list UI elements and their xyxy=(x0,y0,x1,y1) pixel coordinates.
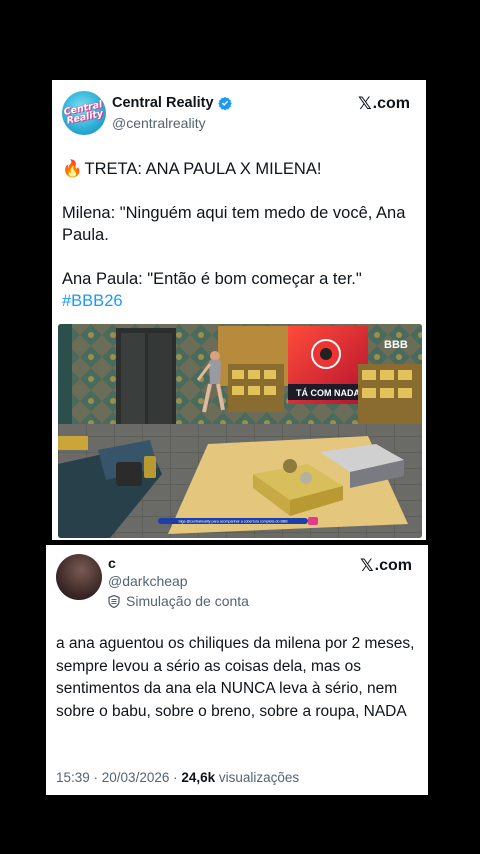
author-handle[interactable]: @darkcheap xyxy=(108,573,188,589)
badge-label: Simulação de conta xyxy=(126,593,249,609)
author-name[interactable]: Central Reality xyxy=(112,95,214,111)
avatar[interactable] xyxy=(56,554,102,600)
tweet-line-1: Milena: "Ninguém aqui tem medo de você, … xyxy=(62,204,406,244)
main-tweet-card: Central Reality Central Reality @central… xyxy=(52,80,426,540)
tweet-meta: 15:39 · 20/03/2026 · 24,6k visualizações xyxy=(56,770,299,785)
reply-text: a ana aguentou os chiliques da milena po… xyxy=(56,635,415,720)
x-com-link[interactable]: 𝕏 .com xyxy=(360,556,412,576)
tweet-video-frame[interactable]: TÁ COM NADA BBB Siga @centralreality par… xyxy=(58,324,422,538)
tweet-line-2: Ana Paula: "Então é bom começar a ter." xyxy=(62,270,362,288)
author-name[interactable]: c xyxy=(108,555,116,571)
views-count: 24,6k xyxy=(181,770,216,785)
fire-emoji-icon: 🔥 xyxy=(62,159,83,178)
author-handle[interactable]: @centralreality xyxy=(112,115,206,131)
x-logo-icon: 𝕏 xyxy=(357,94,372,114)
reply-tweet-card: c @darkcheap Simulação de conta 𝕏 .com a… xyxy=(46,545,428,795)
screen-text: TÁ COM NADA xyxy=(296,388,360,398)
timestamp[interactable]: 15:39 · 20/03/2026 · xyxy=(56,770,181,785)
author-name-row[interactable]: Central Reality xyxy=(112,95,232,111)
avatar-logo-text: Central Reality xyxy=(62,99,105,127)
x-com-link[interactable]: 𝕏 .com xyxy=(358,94,410,114)
bbb-logo: BBB xyxy=(384,339,408,351)
tweet-text: 🔥 TRETA: ANA PAULA X MILENA! Milena: "Nin… xyxy=(62,158,414,312)
views-label: visualizações xyxy=(215,770,300,785)
x-logo-icon: 𝕏 xyxy=(359,556,374,576)
x-com-label: .com xyxy=(372,95,410,112)
video-caption: Siga @centralreality para acompanhar a c… xyxy=(178,520,288,524)
x-com-label: .com xyxy=(374,557,412,574)
tweet-headline: TRETA: ANA PAULA X MILENA! xyxy=(84,160,322,178)
bbb-house-scene: TÁ COM NADA BBB Siga @centralreality par… xyxy=(58,324,422,538)
account-simulation-badge: Simulação de conta xyxy=(108,593,249,609)
hashtag-link[interactable]: #BBB26 xyxy=(62,292,123,310)
avatar[interactable]: Central Reality xyxy=(62,91,106,135)
shield-icon xyxy=(108,594,120,608)
verified-badge-icon xyxy=(217,96,232,110)
